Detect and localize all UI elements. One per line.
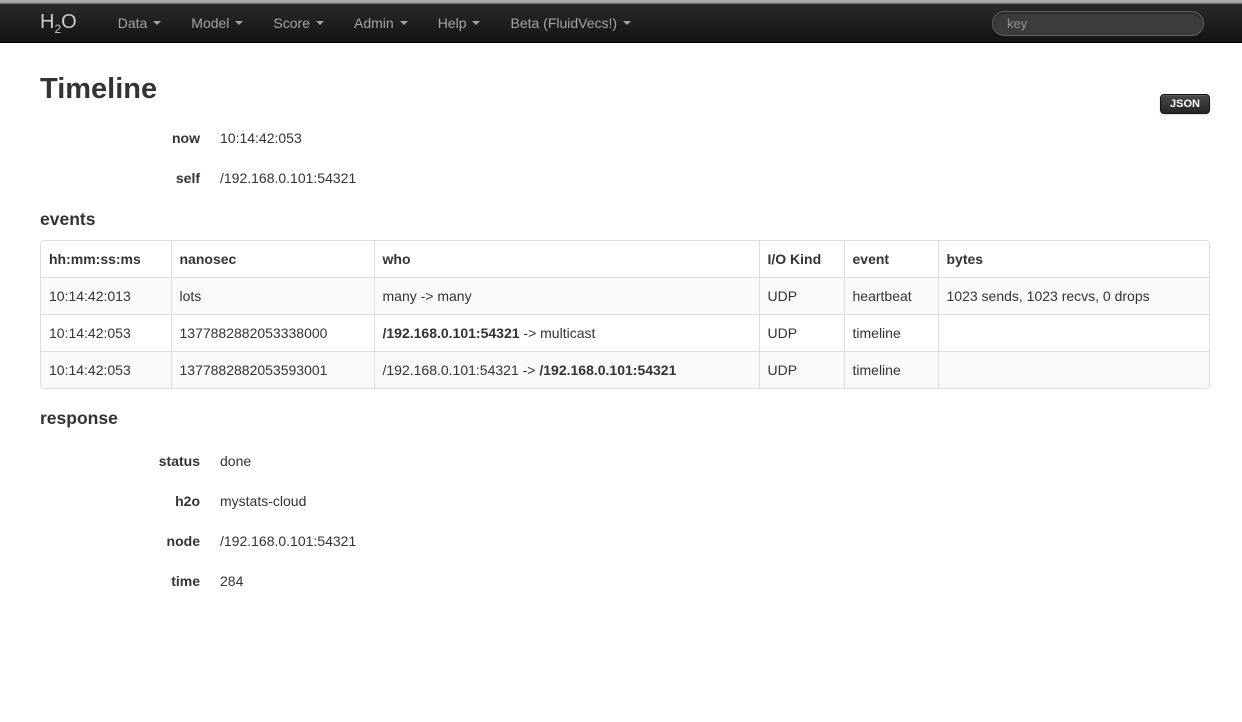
events-table-wrapper: hh:mm:ss:ms nanosec who I/O Kind event b… xyxy=(40,240,1210,389)
nav-menu-help-label: Help xyxy=(438,15,467,31)
summary-value: 10:14:42:053 xyxy=(220,128,1210,148)
col-header-bytes: bytes xyxy=(938,241,1209,278)
response-summary: status done h2o mystats-cloud node /192.… xyxy=(40,451,1210,591)
table-header-row: hh:mm:ss:ms nanosec who I/O Kind event b… xyxy=(41,241,1209,278)
navbar-search xyxy=(992,11,1204,36)
cell-io-kind: UDP xyxy=(759,351,844,388)
cell-event: timeline xyxy=(844,314,938,351)
nav-menu-beta[interactable]: Beta (FluidVecs!) xyxy=(495,5,646,41)
nav-menu-model-label: Model xyxy=(191,15,229,31)
col-header-nanosec: nanosec xyxy=(171,241,374,278)
nav-menu-admin[interactable]: Admin xyxy=(339,5,423,41)
response-row-time: time 284 xyxy=(40,571,1210,591)
cell-bytes xyxy=(938,351,1209,388)
nav-menu-score-label: Score xyxy=(273,15,310,31)
events-table: hh:mm:ss:ms nanosec who I/O Kind event b… xyxy=(41,241,1209,388)
table-row: 10:14:42:053 1377882882053593001 /192.16… xyxy=(41,351,1209,388)
nav-menu-score[interactable]: Score xyxy=(258,5,339,41)
response-label: status xyxy=(40,451,200,471)
cell-who: /192.168.0.101:54321 -> /192.168.0.101:5… xyxy=(374,351,759,388)
chevron-down-icon xyxy=(153,21,161,25)
nav-menu-beta-label: Beta (FluidVecs!) xyxy=(510,15,617,31)
cell-event: timeline xyxy=(844,351,938,388)
response-label: time xyxy=(40,571,200,591)
summary-row-now: now 10:14:42:053 xyxy=(40,128,1210,148)
h2o-brand-logo[interactable]: H2O xyxy=(40,11,77,36)
response-value: done xyxy=(220,451,1210,471)
cell-time: 10:14:42:013 xyxy=(41,277,171,314)
page-title: Timeline xyxy=(40,74,1210,106)
main-content: JSON Timeline now 10:14:42:053 self /192… xyxy=(40,74,1210,591)
summary-label: self xyxy=(40,168,200,188)
nav-menu-data-label: Data xyxy=(118,15,148,31)
cell-event: heartbeat xyxy=(844,277,938,314)
response-value: /192.168.0.101:54321 xyxy=(220,531,1210,551)
response-row-status: status done xyxy=(40,451,1210,471)
response-value: 284 xyxy=(220,571,1210,591)
nav-menu-help[interactable]: Help xyxy=(423,5,496,41)
summary-label: now xyxy=(40,128,200,148)
timeline-summary: now 10:14:42:053 self /192.168.0.101:543… xyxy=(40,128,1210,188)
chevron-down-icon xyxy=(472,21,480,25)
chevron-down-icon xyxy=(316,21,324,25)
cell-bytes xyxy=(938,314,1209,351)
summary-row-self: self /192.168.0.101:54321 xyxy=(40,168,1210,188)
col-header-time: hh:mm:ss:ms xyxy=(41,241,171,278)
cell-io-kind: UDP xyxy=(759,314,844,351)
response-label: h2o xyxy=(40,491,200,511)
table-row: 10:14:42:053 1377882882053338000 /192.16… xyxy=(41,314,1209,351)
response-row-node: node /192.168.0.101:54321 xyxy=(40,531,1210,551)
navbar: H2O Data Model Score Admin Help Beta (Fl… xyxy=(0,4,1242,43)
response-heading: response xyxy=(40,407,1210,429)
cell-io-kind: UDP xyxy=(759,277,844,314)
response-label: node xyxy=(40,531,200,551)
cell-time: 10:14:42:053 xyxy=(41,314,171,351)
chevron-down-icon xyxy=(400,21,408,25)
col-header-io-kind: I/O Kind xyxy=(759,241,844,278)
nav-menu-admin-label: Admin xyxy=(354,15,394,31)
response-row-h2o: h2o mystats-cloud xyxy=(40,491,1210,511)
cell-bytes: 1023 sends, 1023 recvs, 0 drops xyxy=(938,277,1209,314)
response-value: mystats-cloud xyxy=(220,491,1210,511)
summary-value: /192.168.0.101:54321 xyxy=(220,168,1210,188)
cell-time: 10:14:42:053 xyxy=(41,351,171,388)
nav-menu-model[interactable]: Model xyxy=(176,5,258,41)
table-row: 10:14:42:013 lots many -> many UDP heart… xyxy=(41,277,1209,314)
cell-who: many -> many xyxy=(374,277,759,314)
cell-nanosec: 1377882882053338000 xyxy=(171,314,374,351)
chevron-down-icon xyxy=(235,21,243,25)
cell-who: /192.168.0.101:54321 -> multicast xyxy=(374,314,759,351)
col-header-event: event xyxy=(844,241,938,278)
events-heading: events xyxy=(40,208,1210,230)
chevron-down-icon xyxy=(623,21,631,25)
cell-nanosec: 1377882882053593001 xyxy=(171,351,374,388)
json-button[interactable]: JSON xyxy=(1160,94,1210,114)
key-search-input[interactable] xyxy=(992,11,1204,36)
col-header-who: who xyxy=(374,241,759,278)
cell-nanosec: lots xyxy=(171,277,374,314)
nav-menu-data[interactable]: Data xyxy=(103,5,177,41)
